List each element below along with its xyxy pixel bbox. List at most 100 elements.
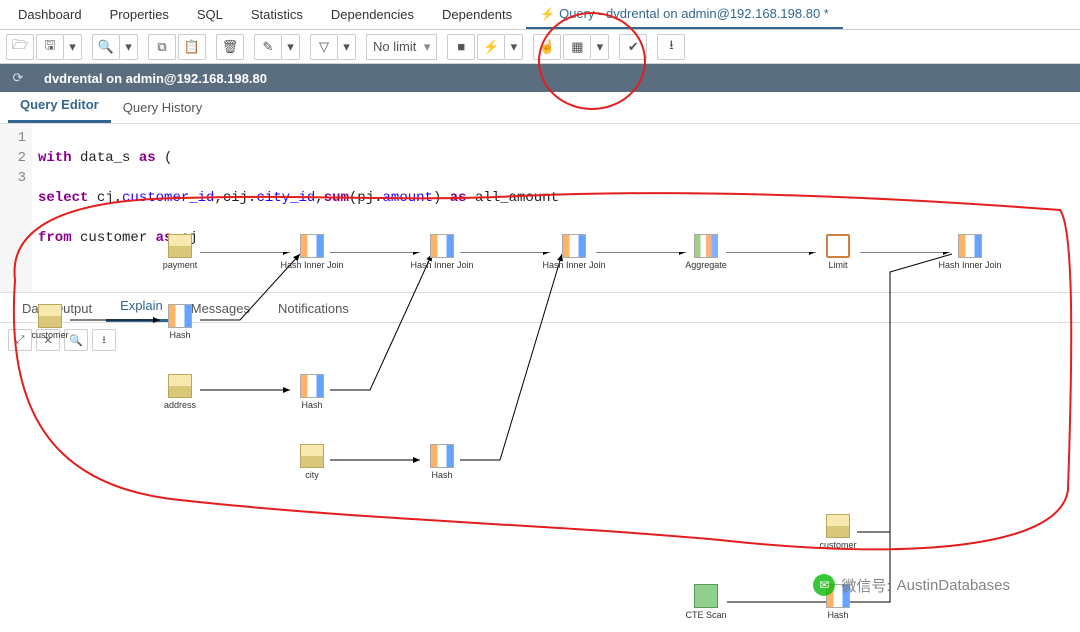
copy-button[interactable]: ⧉ (148, 34, 176, 60)
filter-menu-button[interactable]: ▾ (338, 34, 356, 60)
node-payment[interactable]: payment (140, 234, 220, 270)
execute-menu-button[interactable]: ▾ (505, 34, 523, 60)
delete-button[interactable]: 🗑 (216, 34, 244, 60)
node-label: Hash (798, 610, 878, 620)
aggregate-icon (694, 234, 718, 258)
tab-dashboard[interactable]: Dashboard (4, 1, 96, 28)
hash-icon (430, 444, 454, 468)
line-num: 1 (0, 128, 26, 148)
kw: from (38, 230, 72, 246)
node-label: address (140, 400, 220, 410)
editor-tab-bar: Query Editor Query History (0, 92, 1080, 124)
tab-query-editor[interactable]: Query Editor (8, 89, 111, 123)
find-menu-button[interactable]: ▾ (120, 34, 138, 60)
node-limit[interactable]: Limit (798, 234, 878, 270)
node-aggregate[interactable]: Aggregate (666, 234, 746, 270)
node-hash-inner-join-3[interactable]: Hash Inner Join (534, 234, 614, 270)
node-label: Hash (272, 400, 352, 410)
toolbar: 🗁 🖫▾ 🔍▾ ⧉ 📋 🗑 ✎▾ ▽▾ No limit ■ ⚡▾ ☝ ▦▾ ✔… (0, 30, 1080, 64)
punct: ( (156, 150, 173, 166)
node-label: Hash (402, 470, 482, 480)
explain-button[interactable]: ☝ (533, 34, 561, 60)
tab-query-active[interactable]: ⚡ Query - dvdrental on admin@192.168.198… (526, 0, 843, 29)
connection-icon: ⟳ (0, 70, 36, 86)
top-tab-bar: Dashboard Properties SQL Statistics Depe… (0, 0, 1080, 30)
kw: with (38, 150, 72, 166)
wechat-icon: ✉ (813, 574, 835, 596)
node-cte-scan[interactable]: CTE Scan (666, 584, 746, 620)
tab-dependents[interactable]: Dependents (428, 1, 526, 28)
node-label: customer (10, 330, 90, 340)
node-label: Hash Inner Join (534, 260, 614, 270)
join-icon (300, 234, 324, 258)
node-address[interactable]: address (140, 374, 220, 410)
table-icon (826, 514, 850, 538)
join-icon (958, 234, 982, 258)
open-file-button[interactable]: 🗁 (6, 34, 34, 60)
execute-button[interactable]: ⚡ (477, 34, 505, 60)
table-icon (168, 374, 192, 398)
table-icon (38, 304, 62, 328)
node-label: Hash Inner Join (930, 260, 1010, 270)
ident: cj. (88, 190, 122, 206)
filter-button[interactable]: ▽ (310, 34, 338, 60)
node-hash-inner-join-1[interactable]: Hash Inner Join (272, 234, 352, 270)
tab-query-label: Query - dvdrental on admin@192.168.198.8… (559, 6, 829, 21)
ident: data_s (72, 150, 139, 166)
node-label: customer (798, 540, 878, 550)
node-city[interactable]: city (272, 444, 352, 480)
download-button[interactable]: ⭳ (657, 34, 685, 60)
save-button[interactable]: 🖫 (36, 34, 64, 60)
node-label: city (272, 470, 352, 480)
kw: as (139, 150, 156, 166)
edit-menu-button[interactable]: ▾ (282, 34, 300, 60)
punct: ) (433, 190, 450, 206)
save-menu-button[interactable]: ▾ (64, 34, 82, 60)
limit-select-label: No limit (373, 39, 416, 54)
lightning-icon: ⚡ (540, 7, 555, 21)
join-icon (562, 234, 586, 258)
node-label: Hash Inner Join (402, 260, 482, 270)
node-hash-1[interactable]: Hash (140, 304, 220, 340)
node-customer-2[interactable]: customer (798, 514, 878, 550)
tab-statistics[interactable]: Statistics (237, 1, 317, 28)
watermark-prefix: 微信号: (841, 575, 890, 596)
explain-analyze-button[interactable]: ▦ (563, 34, 591, 60)
node-hash-3[interactable]: Hash (402, 444, 482, 480)
line-num: 2 (0, 148, 26, 168)
hash-icon (168, 304, 192, 328)
kw: select (38, 190, 88, 206)
node-hash-inner-join-2[interactable]: Hash Inner Join (402, 234, 482, 270)
limit-icon (826, 234, 850, 258)
node-label: Hash (140, 330, 220, 340)
limit-select[interactable]: No limit (366, 34, 437, 60)
punct: , (315, 190, 323, 206)
paste-button[interactable]: 📋 (178, 34, 206, 60)
ident: (pj. (349, 190, 383, 206)
explain-menu-button[interactable]: ▾ (591, 34, 609, 60)
node-label: payment (140, 260, 220, 270)
join-icon (430, 234, 454, 258)
commit-button[interactable]: ✔ (619, 34, 647, 60)
node-hash-inner-join-4[interactable]: Hash Inner Join (930, 234, 1010, 270)
stop-button[interactable]: ■ (447, 34, 475, 60)
hash-icon (300, 374, 324, 398)
func: sum (324, 190, 349, 206)
ident: all_amount (467, 190, 559, 206)
tab-sql[interactable]: SQL (183, 1, 237, 28)
field: amount (383, 190, 433, 206)
connection-text[interactable]: dvdrental on admin@192.168.198.80 (36, 64, 1080, 92)
tab-properties[interactable]: Properties (96, 1, 183, 28)
edit-button[interactable]: ✎ (254, 34, 282, 60)
tab-query-history[interactable]: Query History (111, 92, 214, 123)
line-num: 3 (0, 168, 26, 188)
node-label: Hash Inner Join (272, 260, 352, 270)
node-label: Aggregate (666, 260, 746, 270)
field: customer_id (122, 190, 214, 206)
node-label: CTE Scan (666, 610, 746, 620)
connection-bar: ⟳ dvdrental on admin@192.168.198.80 (0, 64, 1080, 92)
node-customer[interactable]: customer (10, 304, 90, 340)
node-hash-2[interactable]: Hash (272, 374, 352, 410)
find-button[interactable]: 🔍 (92, 34, 120, 60)
tab-dependencies[interactable]: Dependencies (317, 1, 428, 28)
